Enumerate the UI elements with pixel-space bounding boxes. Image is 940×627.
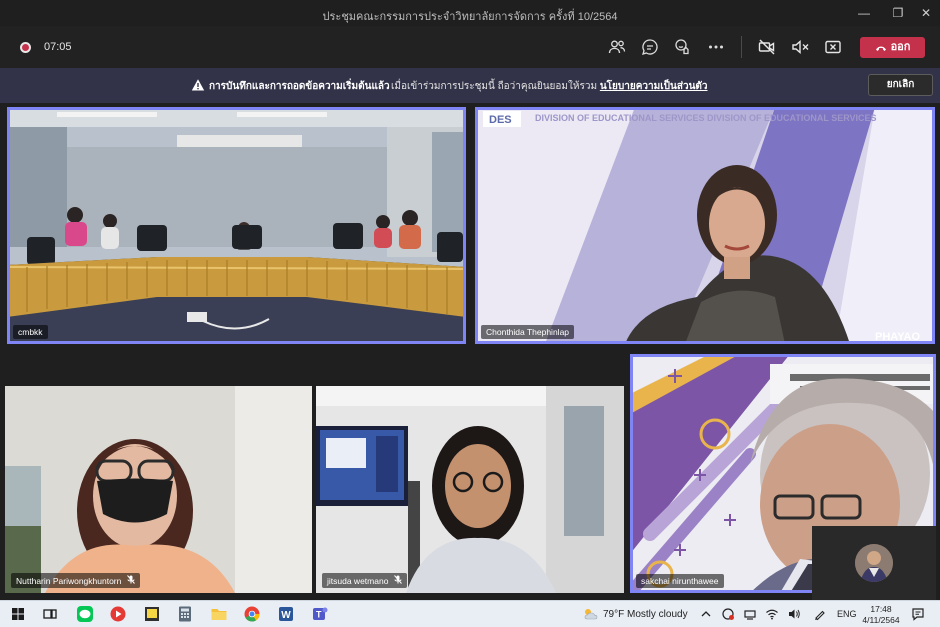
pen-input-icon[interactable] — [813, 607, 827, 621]
participant-video — [5, 386, 312, 593]
conference-room-video — [7, 107, 466, 344]
teams-meeting-window: ประชุมคณะกรรมการประจำวิทยาลัยการจัดการ ค… — [0, 0, 940, 627]
participant-video: DES DIVISION OF EDUCATIONAL SERVICES DIV… — [475, 107, 935, 344]
mic-muted-icon — [394, 575, 403, 584]
chevron-up-icon[interactable] — [699, 607, 713, 621]
mic-muted-icon — [127, 575, 136, 584]
window-title: ประชุมคณะกรรมการประจำวิทยาลัยการจัดการ ค… — [322, 11, 618, 23]
participant-video-tile[interactable]: jitsuda wetmano — [316, 386, 624, 593]
weather-temperature[interactable]: 79°F — [603, 609, 624, 620]
participant-name-text: jitsuda wetmano — [327, 576, 389, 586]
participant-name: sakchai nirunthawee — [636, 574, 724, 588]
volume-icon[interactable] — [787, 607, 801, 621]
privacy-policy-link[interactable]: นโยบายความเป็นส่วนตัว — [600, 81, 708, 92]
chrome-icon[interactable] — [243, 605, 261, 623]
meeting-timer: 07:05 — [44, 41, 72, 53]
svg-text:T: T — [316, 610, 322, 620]
corner-text: PHAYAO — [875, 331, 920, 343]
weather-cloudy-icon[interactable] — [583, 607, 599, 621]
notifications-icon[interactable] — [911, 607, 925, 621]
input-language-indicator[interactable]: ENG — [837, 609, 857, 619]
svg-text:W: W — [281, 610, 291, 621]
mic-muted-icon[interactable] — [790, 37, 810, 57]
line-app-icon[interactable] — [76, 605, 94, 623]
self-avatar — [855, 544, 893, 582]
maximize-button[interactable]: ❐ — [889, 4, 907, 22]
windows-start-icon[interactable] — [9, 605, 27, 623]
meeting-toolbar: 07:05 ออก — [0, 26, 940, 68]
security-tray-icon[interactable] — [721, 607, 735, 621]
warning-icon — [191, 79, 205, 91]
task-view-icon[interactable] — [41, 605, 59, 623]
word-icon[interactable]: W — [277, 605, 295, 623]
leave-button[interactable]: ออก — [860, 37, 925, 58]
windows-taskbar: W T 79°F Mostly cloudy ENG 17:48 4/11/25… — [0, 600, 940, 627]
media-player-icon[interactable] — [109, 605, 127, 623]
clock-time: 17:48 — [870, 604, 892, 614]
notice-text: เมื่อเข้าร่วมการประชุมนี้ ถือว่าคุณยินยอ… — [391, 79, 708, 94]
notice-body: เมื่อเข้าร่วมการประชุมนี้ ถือว่าคุณยินยอ… — [391, 81, 598, 92]
sticky-notes-icon[interactable] — [143, 605, 161, 623]
participant-video — [316, 386, 624, 593]
cancel-recording-notice-button[interactable]: ยกเลิก — [868, 74, 933, 96]
calculator-icon[interactable] — [176, 605, 194, 623]
wifi-icon[interactable] — [765, 607, 779, 621]
title-bar: ประชุมคณะกรรมการประจำวิทยาลัยการจัดการ ค… — [0, 0, 940, 26]
background-text: DIVISION OF EDUCATIONAL SERVICES DIVISIO… — [535, 113, 877, 123]
teams-icon[interactable]: T — [311, 605, 329, 623]
minimize-button[interactable]: — — [855, 4, 873, 22]
logo-text: DES — [489, 114, 512, 126]
participant-name: Nuttharin Pariwongkhuntorn — [11, 573, 141, 588]
participant-video-tile[interactable]: DES DIVISION OF EDUCATIONAL SERVICES DIV… — [475, 107, 935, 344]
reactions-icon[interactable] — [673, 37, 693, 57]
network-tray-icon[interactable] — [743, 607, 757, 621]
participants-icon[interactable] — [607, 37, 627, 57]
weather-description[interactable]: Mostly cloudy — [627, 609, 688, 620]
recording-indicator-icon — [20, 42, 31, 53]
camera-off-icon[interactable] — [757, 37, 777, 57]
recording-notice-bar: การบันทึกและการถอดข้อความเริ่มต้นแล้ว เม… — [0, 68, 940, 103]
clock-date: 4/11/2564 — [862, 615, 900, 625]
system-clock[interactable]: 17:48 4/11/2564 — [861, 604, 901, 626]
participant-video-tile[interactable]: cmbkk — [7, 107, 466, 344]
participant-name: cmbkk — [13, 325, 48, 339]
share-tray-icon[interactable] — [823, 37, 843, 57]
chat-icon[interactable] — [640, 37, 660, 57]
notice-title: การบันทึกและการถอดข้อความเริ่มต้นแล้ว — [209, 81, 390, 92]
close-window-button[interactable]: ✕ — [917, 4, 935, 22]
participant-name-text: Nuttharin Pariwongkhuntorn — [16, 576, 122, 586]
participant-name: jitsuda wetmano — [322, 573, 408, 588]
participant-video-tile[interactable]: Nuttharin Pariwongkhuntorn — [5, 386, 312, 593]
self-view-preview[interactable] — [812, 526, 936, 600]
video-gallery: cmbkk DES DIVISION OF EDUCATIONAL SERVIC… — [0, 103, 940, 600]
participant-name: Chonthida Thephinlap — [481, 325, 575, 339]
toolbar-divider — [741, 36, 742, 58]
more-options-icon[interactable] — [706, 37, 726, 57]
file-explorer-icon[interactable] — [210, 605, 228, 623]
phone-hangup-icon — [875, 46, 886, 51]
leave-label: ออก — [890, 41, 911, 53]
